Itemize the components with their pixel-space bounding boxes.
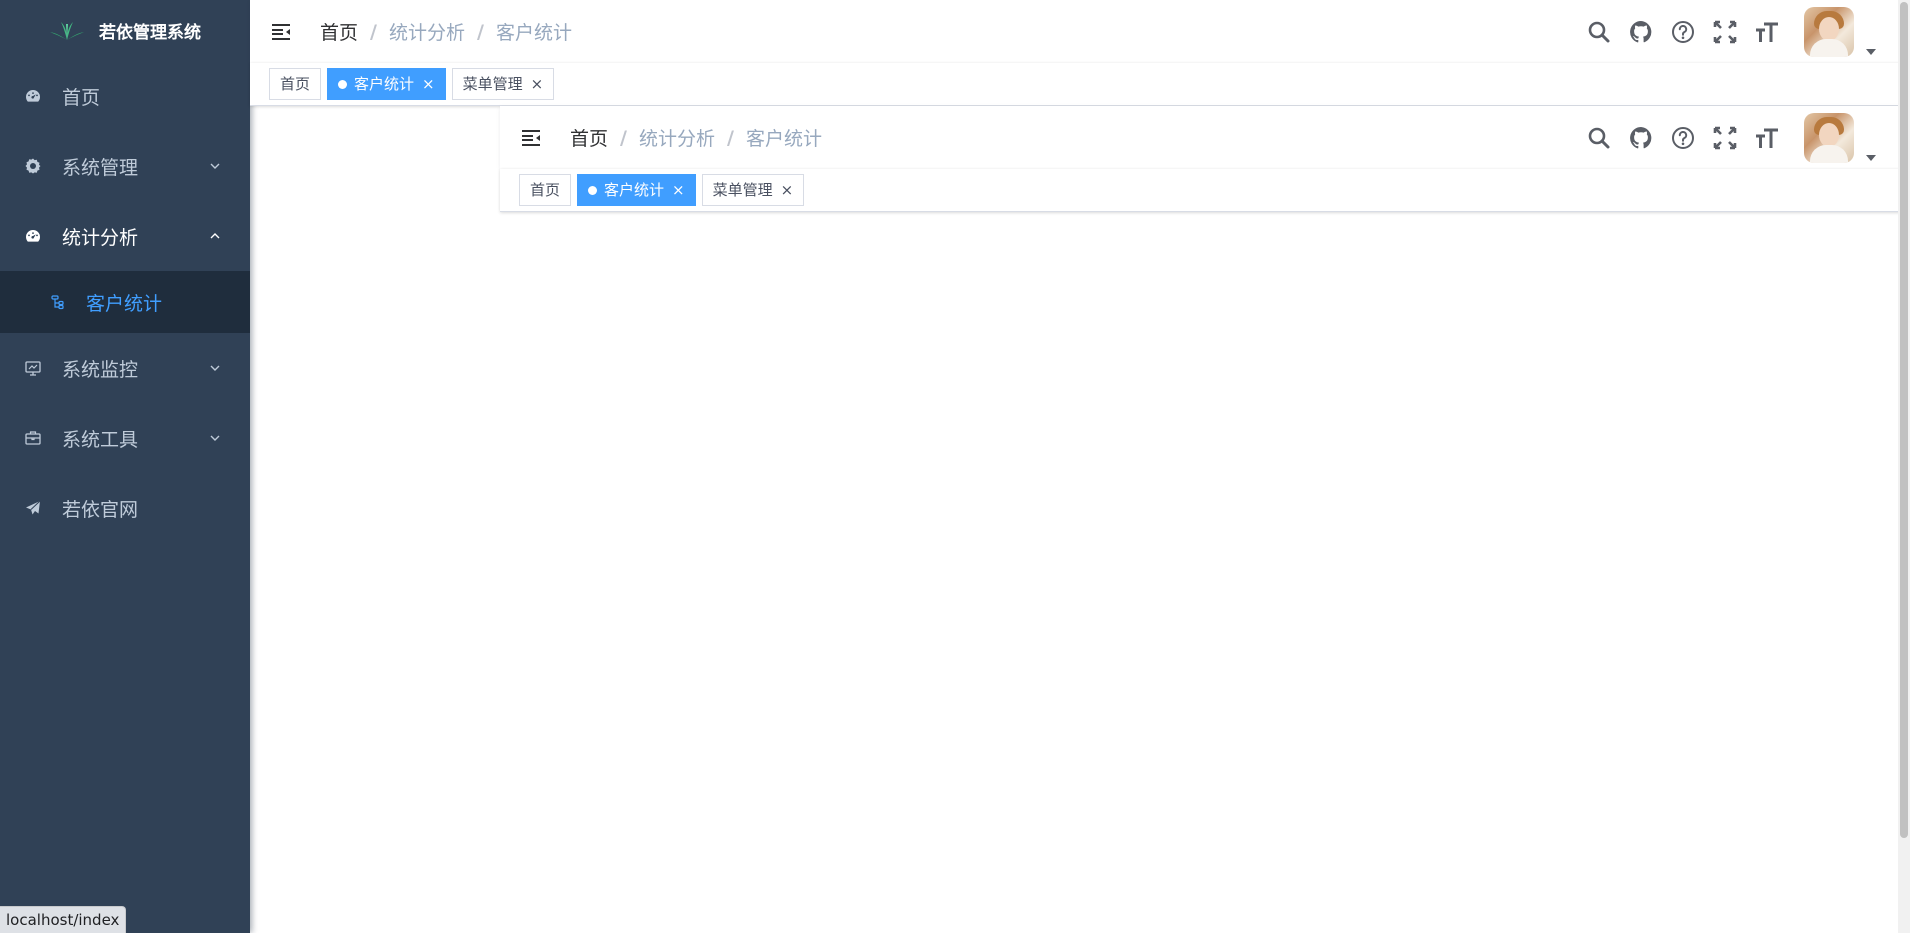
fullscreen-icon[interactable] xyxy=(1712,125,1738,151)
embedded-breadcrumb: 首页 / 统计分析 / 客户统计 xyxy=(570,124,822,151)
breadcrumb-customer-statistics: 客户统计 xyxy=(495,22,572,44)
sidebar-item-system-monitor[interactable]: 系统监控 xyxy=(0,333,250,403)
search-icon[interactable] xyxy=(1586,125,1612,151)
chevron-down-icon xyxy=(210,435,220,441)
active-dot-icon xyxy=(338,79,348,89)
tag-menu-management[interactable]: 菜单管理 × xyxy=(701,174,805,206)
tag-label: 客户统计 xyxy=(354,75,415,93)
avatar[interactable] xyxy=(1804,112,1854,163)
breadcrumb-separator: / xyxy=(476,20,484,43)
tag-label: 菜单管理 xyxy=(712,181,773,199)
caret-down-icon xyxy=(1866,154,1876,161)
breadcrumb-separator: / xyxy=(370,20,377,43)
chevron-down-icon xyxy=(210,163,220,169)
close-icon[interactable]: × xyxy=(531,76,544,92)
tag-label: 首页 xyxy=(530,181,561,199)
question-icon[interactable] xyxy=(1670,125,1696,151)
tag-label: 菜单管理 xyxy=(462,75,523,93)
send-icon xyxy=(24,499,42,517)
dashboard-icon xyxy=(24,227,42,245)
avatar[interactable] xyxy=(1804,6,1854,57)
github-icon[interactable] xyxy=(1628,125,1654,151)
embedded-frame: 首页 / 统计分析 / 客户统计 首页 客户统计 × 菜单管理 × xyxy=(500,106,1910,212)
breadcrumb-separator: / xyxy=(620,126,627,149)
monitor-icon xyxy=(24,359,42,377)
logo[interactable]: 若依管理系统 xyxy=(0,0,250,61)
sidebar-item-system-management[interactable]: 系统管理 xyxy=(0,131,250,201)
close-icon[interactable]: × xyxy=(781,182,794,198)
font-size-icon[interactable] xyxy=(1754,125,1780,151)
sidebar-item-label: 统计分析 xyxy=(62,226,139,249)
close-icon[interactable]: × xyxy=(422,76,435,92)
breadcrumb-statistics: 统计分析 xyxy=(638,128,715,150)
breadcrumb: 首页 / 统计分析 / 客户统计 xyxy=(320,18,572,45)
sidebar-item-label: 系统监控 xyxy=(62,358,139,381)
dashboard-icon xyxy=(24,87,42,105)
close-icon[interactable]: × xyxy=(672,182,685,198)
sidebar: 若依管理系统 首页 系统管理 统计分析 客户统计 系统监控 系统工具 若依官网 … xyxy=(0,0,250,933)
tag-label: 首页 xyxy=(280,75,311,93)
tag-home[interactable]: 首页 xyxy=(519,174,572,206)
search-icon[interactable] xyxy=(1586,19,1612,45)
sidebar-subitem-label: 客户统计 xyxy=(86,292,163,315)
chevron-down-icon xyxy=(210,365,220,371)
tag-customer-statistics[interactable]: 客户统计 × xyxy=(327,68,446,100)
app-title: 若依管理系统 xyxy=(99,23,201,43)
hamburger-icon[interactable] xyxy=(520,127,542,149)
tag-label: 客户统计 xyxy=(604,181,665,199)
chevron-up-icon xyxy=(210,233,220,239)
fullscreen-icon[interactable] xyxy=(1712,19,1738,45)
tag-menu-management[interactable]: 菜单管理 × xyxy=(451,68,555,100)
user-dropdown[interactable] xyxy=(1804,112,1876,163)
breadcrumb-customer-statistics: 客户统计 xyxy=(745,128,822,150)
sidebar-item-label: 若依官网 xyxy=(62,498,139,521)
browser-status-url: localhost/index xyxy=(0,906,127,933)
navbar: 首页 / 统计分析 / 客户统计 xyxy=(250,0,1910,63)
question-icon[interactable] xyxy=(1670,19,1696,45)
caret-down-icon xyxy=(1866,48,1876,55)
breadcrumb-home[interactable]: 首页 xyxy=(320,18,358,45)
sidebar-item-official-site[interactable]: 若依官网 xyxy=(0,473,250,543)
page-scrollbar[interactable] xyxy=(1898,0,1910,933)
sidebar-item-label: 系统管理 xyxy=(62,156,139,179)
tag-home[interactable]: 首页 xyxy=(269,68,322,100)
hamburger-icon[interactable] xyxy=(270,21,292,43)
sidebar-subitem-customer-statistics[interactable]: 客户统计 xyxy=(0,271,250,333)
breadcrumb-separator: / xyxy=(726,126,734,149)
github-icon[interactable] xyxy=(1628,19,1654,45)
active-dot-icon xyxy=(588,185,598,195)
breadcrumb-home[interactable]: 首页 xyxy=(570,124,608,151)
tags-view: 首页 客户统计 × 菜单管理 × xyxy=(250,63,1910,106)
logo-icon xyxy=(50,21,84,40)
embedded-right-menu xyxy=(1570,106,1876,169)
gear-icon xyxy=(24,157,42,175)
right-menu xyxy=(1570,0,1876,63)
sidebar-item-label: 首页 xyxy=(62,86,101,109)
embedded-navbar: 首页 / 统计分析 / 客户统计 xyxy=(500,106,1910,169)
tree-icon xyxy=(50,294,66,310)
sidebar-item-label: 系统工具 xyxy=(62,428,139,451)
sidebar-item-system-tools[interactable]: 系统工具 xyxy=(0,403,250,473)
toolbox-icon xyxy=(24,429,42,447)
main-container: 首页 / 统计分析 / 客户统计 首页 客户统计 × 菜单管理 × 首页 / 统… xyxy=(250,0,1910,933)
breadcrumb-statistics: 统计分析 xyxy=(388,22,465,44)
embedded-tags-view: 首页 客户统计 × 菜单管理 × xyxy=(500,169,1910,212)
sidebar-item-home[interactable]: 首页 xyxy=(0,61,250,131)
tag-customer-statistics[interactable]: 客户统计 × xyxy=(577,174,696,206)
font-size-icon[interactable] xyxy=(1754,19,1780,45)
user-dropdown[interactable] xyxy=(1804,6,1876,57)
sidebar-item-statistics[interactable]: 统计分析 xyxy=(0,201,250,271)
scrollbar-thumb[interactable] xyxy=(1900,2,1908,838)
